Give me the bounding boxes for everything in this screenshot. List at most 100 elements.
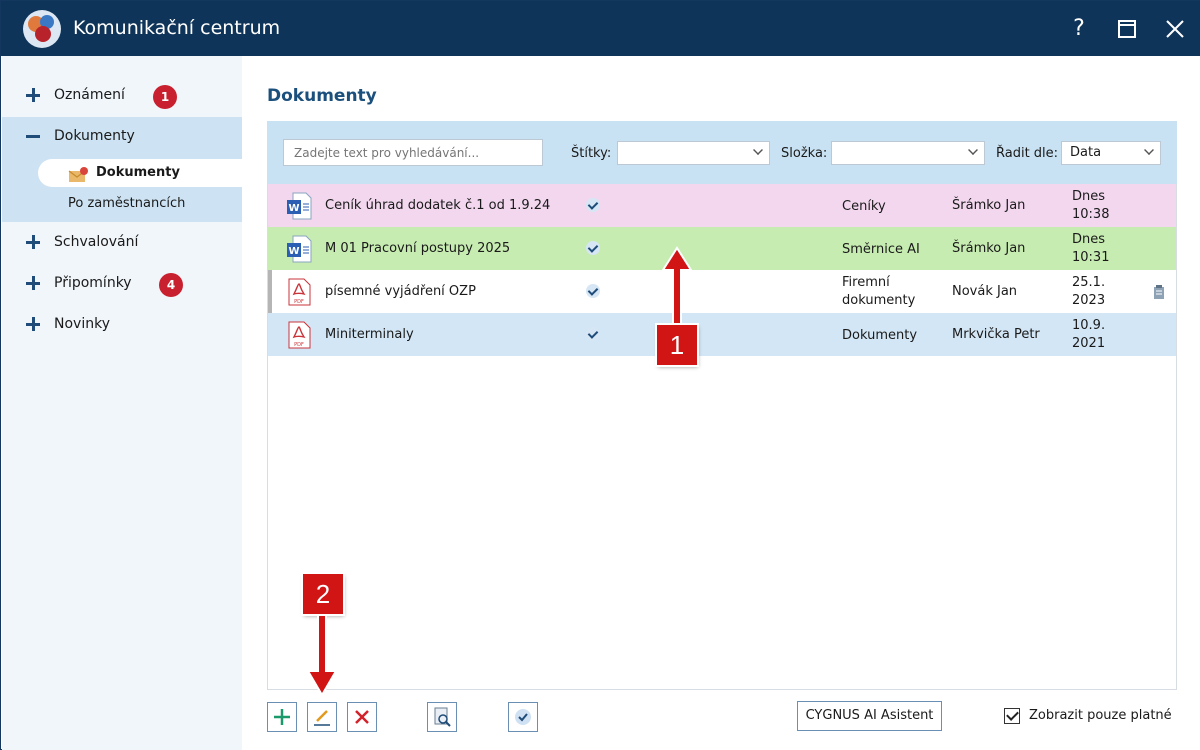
- pencil-icon: [314, 710, 330, 726]
- word-icon: W: [287, 235, 312, 263]
- chevron-down-icon: [968, 145, 978, 155]
- date-line-2: 2023: [1072, 293, 1106, 308]
- clipboard-icon[interactable]: [1153, 284, 1165, 300]
- title-bar: Komunikační centrum ?: [1, 1, 1200, 56]
- read-check-icon: [586, 198, 600, 212]
- document-name: písemné vyjádření OZP: [325, 284, 476, 299]
- delete-button[interactable]: [347, 702, 377, 732]
- annotation-arrow-up: [661, 246, 693, 325]
- date-line-1: 10.9.: [1072, 318, 1106, 333]
- document-author: Šrámko Jan: [952, 198, 1026, 213]
- date-line-2: 10:38: [1072, 207, 1110, 222]
- expand-icon: [26, 317, 40, 331]
- collapse-icon: [26, 129, 40, 143]
- document-name: Miniterminaly: [325, 327, 414, 342]
- pdf-icon: PDF: [288, 278, 311, 306]
- sidebar: Oznámení 1 Dokumenty Dokumenty Po zaměst…: [2, 56, 243, 750]
- expand-icon: [26, 88, 40, 102]
- document-folder: Směrnice AI: [842, 242, 920, 257]
- sidebar-subitem-label: Dokumenty: [96, 165, 180, 180]
- sort-select[interactable]: Data: [1061, 141, 1161, 165]
- search-input[interactable]: [283, 139, 543, 166]
- confirm-read-button[interactable]: [508, 702, 538, 732]
- maximize-icon: [1118, 20, 1136, 38]
- folder-label: Složka:: [781, 146, 828, 161]
- table-row[interactable]: PDF písemné vyjádření OZP Firemní dokume…: [268, 270, 1176, 313]
- date-line-2: 2021: [1072, 336, 1106, 351]
- document-folder: Dokumenty: [842, 328, 918, 343]
- annotation-callout-2: 2: [303, 574, 343, 614]
- document-name: Ceník úhrad dodatek č.1 od 1.9.24: [325, 198, 551, 213]
- chevron-down-icon: [753, 145, 763, 155]
- tags-select[interactable]: [617, 141, 770, 165]
- document-date: 25.1. 2023: [1072, 274, 1122, 310]
- show-valid-label: Zobrazit pouze platné: [1029, 708, 1172, 723]
- document-date: Dnes 10:31: [1072, 231, 1122, 267]
- read-check-icon: [586, 327, 600, 341]
- add-button[interactable]: [267, 702, 297, 732]
- svg-text:W: W: [288, 246, 299, 257]
- sidebar-item-label: Novinky: [54, 316, 110, 332]
- word-icon: W: [287, 192, 312, 220]
- folder-line-1: Firemní: [842, 275, 890, 290]
- table-row[interactable]: W Ceník úhrad dodatek č.1 od 1.9.24 Cení…: [268, 184, 1176, 227]
- document-author: Mrkvička Petr: [952, 327, 1040, 342]
- document-date: Dnes 10:38: [1072, 188, 1122, 224]
- notification-badge: 1: [153, 85, 177, 109]
- sidebar-item-pripominky[interactable]: Připomínky 4: [2, 264, 242, 305]
- sidebar-item-oznameni[interactable]: Oznámení 1: [2, 76, 242, 117]
- maximize-button[interactable]: [1111, 13, 1143, 45]
- sidebar-item-dokumenty[interactable]: Dokumenty: [2, 117, 242, 158]
- sidebar-subitem-dokumenty[interactable]: Dokumenty: [38, 159, 243, 187]
- date-line-2: 10:31: [1072, 250, 1110, 265]
- envelope-icon: [68, 167, 88, 182]
- show-valid-checkbox[interactable]: [1004, 708, 1020, 724]
- pdf-icon: PDF: [288, 321, 311, 349]
- sort-select-value: Data: [1070, 145, 1102, 160]
- plus-icon: [274, 709, 290, 725]
- expand-icon: [26, 235, 40, 249]
- document-name: M 01 Pracovní postupy 2025: [325, 241, 511, 256]
- tags-label: Štítky:: [571, 146, 612, 161]
- chevron-down-icon: [1144, 145, 1154, 155]
- table-row[interactable]: PDF Miniterminaly Dokumenty Mrkvička Pet…: [268, 313, 1176, 356]
- sidebar-subitem-po-zamestnancich[interactable]: Po zaměstnancích: [68, 196, 185, 211]
- date-line-1: 25.1.: [1072, 275, 1106, 290]
- preview-button[interactable]: [427, 702, 457, 732]
- main-window: Komunikační centrum ? Oznámení 1 Dokumen…: [0, 0, 1200, 750]
- sidebar-item-label: Připomínky: [54, 275, 132, 291]
- svg-text:W: W: [288, 203, 299, 214]
- svg-text:PDF: PDF: [294, 342, 304, 348]
- edit-button[interactable]: [307, 702, 337, 732]
- document-author: Šrámko Jan: [952, 241, 1026, 256]
- main-content: Dokumenty Štítky: Složka: Řadit dle: Dat…: [242, 56, 1200, 750]
- read-check-icon: [586, 284, 600, 298]
- window-title: Komunikační centrum: [73, 17, 281, 39]
- annotation-callout-1: 1: [657, 325, 697, 365]
- table-row[interactable]: W M 01 Pracovní postupy 2025 Směrnice AI…: [268, 227, 1176, 270]
- document-author: Novák Jan: [952, 284, 1018, 299]
- date-line-1: Dnes: [1072, 232, 1106, 247]
- documents-grid: W Ceník úhrad dodatek č.1 od 1.9.24 Cení…: [267, 184, 1177, 690]
- document-date: 10.9. 2021: [1072, 317, 1122, 353]
- sort-label: Řadit dle:: [996, 146, 1059, 161]
- notification-badge: 4: [159, 273, 183, 297]
- document-folder: Ceníky: [842, 199, 886, 214]
- sidebar-item-label: Dokumenty: [54, 128, 135, 144]
- check-circle-icon: [515, 709, 531, 725]
- sidebar-item-schvalovani[interactable]: Schvalování: [2, 223, 242, 264]
- sidebar-item-label: Schvalování: [54, 234, 139, 250]
- document-folder: Firemní dokumenty: [842, 274, 942, 310]
- document-preview-icon: [434, 707, 451, 727]
- date-line-1: Dnes: [1072, 189, 1106, 204]
- folder-select[interactable]: [831, 141, 985, 165]
- help-button[interactable]: ?: [1063, 13, 1095, 45]
- delete-icon: [355, 710, 369, 724]
- ai-assistant-button[interactable]: CYGNUS AI Asistent: [797, 701, 942, 731]
- close-button[interactable]: [1159, 13, 1191, 45]
- svg-text:PDF: PDF: [294, 299, 304, 305]
- read-check-icon: [586, 241, 600, 255]
- filter-bar: Štítky: Složka: Řadit dle: Data: [267, 121, 1177, 184]
- sidebar-item-novinky[interactable]: Novinky: [2, 305, 242, 346]
- folder-line-2: dokumenty: [842, 293, 916, 308]
